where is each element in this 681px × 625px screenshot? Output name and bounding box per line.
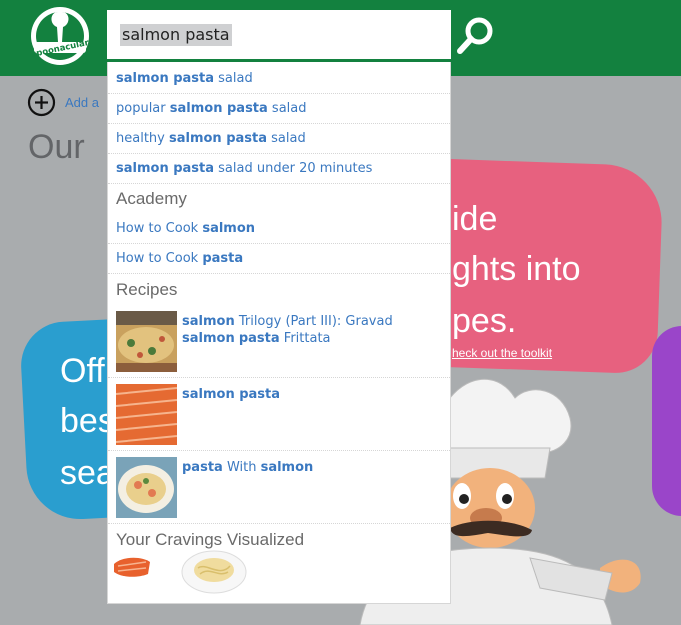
text-segment: popular [116, 101, 170, 116]
suggestion-item[interactable]: salmon pasta salad [108, 64, 450, 94]
promo-pink-line-1: ide [452, 200, 498, 238]
recipe-title: salmon Trilogy (Part III): Gravad salmon… [182, 313, 444, 347]
section-heading-cravings: Your Cravings Visualized [116, 530, 305, 549]
search-icon [457, 17, 493, 54]
plus-circle-icon [27, 88, 56, 117]
recipe-title: salmon pasta [182, 386, 444, 403]
search-button[interactable] [454, 14, 498, 58]
text-segment: salad [267, 101, 307, 116]
match-highlight: salmon pasta [168, 131, 268, 146]
recipe-item[interactable]: salmon pasta [108, 378, 450, 451]
text-segment: healthy [116, 131, 169, 146]
section-heading-academy: Academy [116, 189, 187, 208]
match-highlight: salmon [182, 314, 235, 329]
match-highlight: pasta [238, 331, 280, 346]
match-highlight: salmon [260, 460, 314, 475]
match-highlight: salmon pasta [116, 71, 215, 86]
text-segment: salad [214, 71, 253, 86]
suggestion-item[interactable]: healthy salmon pasta salad [108, 124, 450, 154]
recipe-thumbnail [116, 311, 177, 372]
recipe-thumbnail [116, 457, 177, 518]
add-row[interactable]: Add a [27, 88, 99, 117]
text-segment: Frittata [279, 331, 331, 346]
toolkit-link[interactable]: heck out the toolkit [452, 346, 552, 360]
match-highlight: pasta [202, 251, 244, 266]
recipe-title: pasta With salmon [182, 459, 444, 476]
text-segment: How to Cook [116, 251, 203, 266]
academy-item[interactable]: How to Cook pasta [108, 244, 450, 274]
recipe-item[interactable]: salmon Trilogy (Part III): Gravad salmon… [108, 305, 450, 378]
text-segment: With [222, 460, 261, 475]
autocomplete-dropdown: salmon pasta salad popular salmon pasta … [107, 62, 451, 604]
suggestion-item[interactable]: salmon pasta salad under 20 minutes [108, 154, 450, 184]
match-highlight: salmon [182, 331, 235, 346]
page-title: Our [28, 128, 85, 166]
promo-pink-line-3: pes. [452, 302, 517, 340]
promo-blue-line-1: Off [60, 352, 105, 390]
search-input[interactable]: salmon pasta [120, 24, 232, 46]
spoonacular-logo[interactable]: spoonacular [28, 2, 92, 66]
craving-pasta-image[interactable] [180, 548, 248, 596]
craving-salmon-image[interactable] [112, 552, 152, 582]
text-segment: salad [267, 131, 306, 146]
match-highlight: salmon [202, 221, 256, 236]
text-segment: salad under 20 minutes [214, 161, 373, 176]
academy-item[interactable]: How to Cook salmon [108, 214, 450, 244]
add-link[interactable]: Add a [65, 95, 99, 110]
search-box[interactable]: salmon pasta [107, 10, 451, 62]
match-highlight: pasta [182, 460, 223, 475]
section-heading-recipes: Recipes [116, 280, 178, 299]
match-highlight: salmon pasta [182, 387, 281, 402]
match-highlight: salmon pasta [116, 161, 215, 176]
recipe-thumbnail [116, 384, 177, 445]
recipe-item[interactable]: pasta With salmon [108, 451, 450, 524]
suggestion-item[interactable]: popular salmon pasta salad [108, 94, 450, 124]
match-highlight: salmon pasta [169, 101, 268, 116]
promo-pink-line-2: ghts into [452, 250, 581, 288]
text-segment: Trilogy (Part III): Gravad [234, 314, 393, 329]
text-segment: How to Cook [116, 221, 203, 236]
